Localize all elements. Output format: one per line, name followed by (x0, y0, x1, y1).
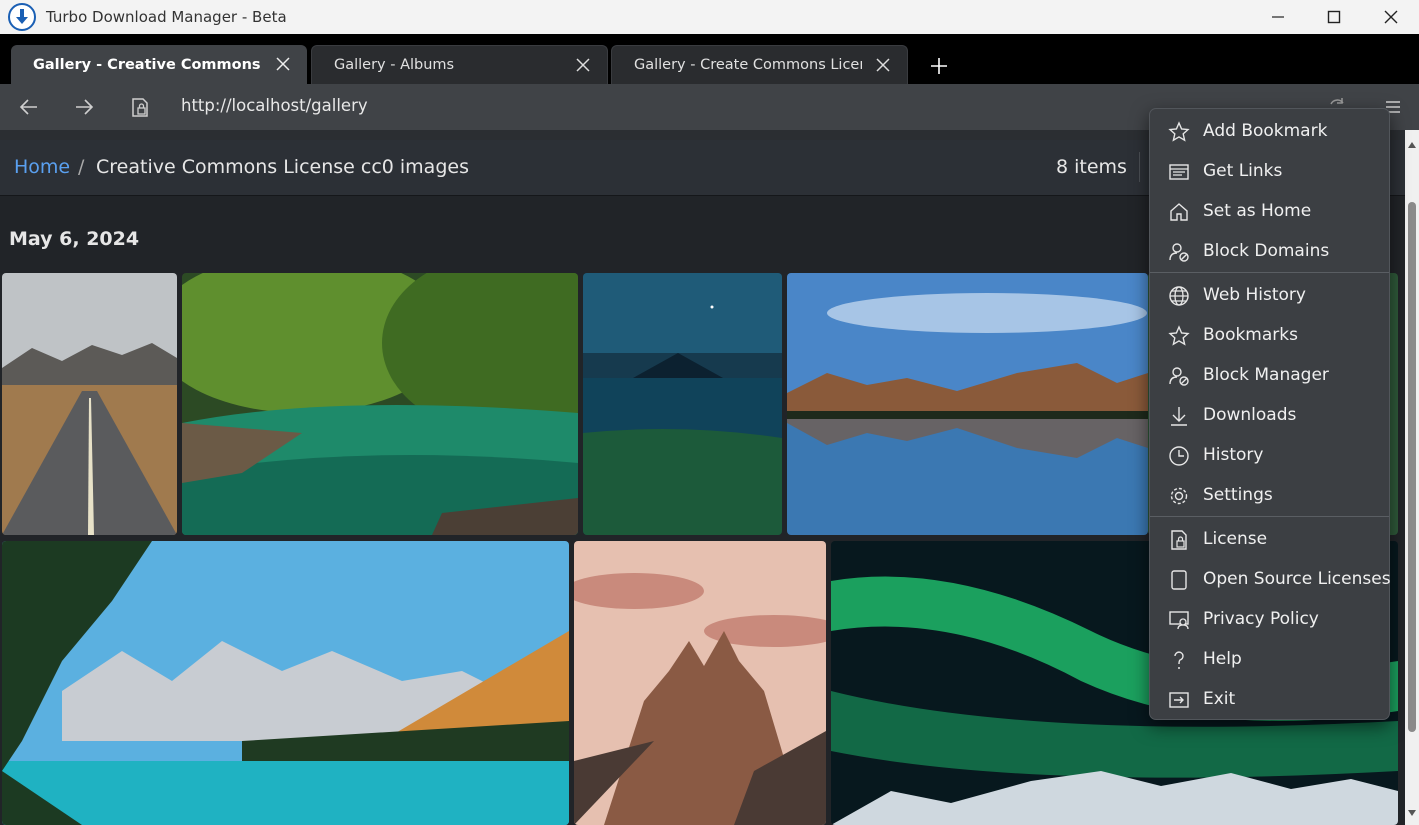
menu-item-exit[interactable]: Exit (1150, 682, 1389, 718)
privacy-icon (1169, 611, 1189, 630)
block-user-icon (1169, 243, 1189, 262)
divider (1139, 152, 1140, 182)
tab-label: Gallery - Albums (334, 57, 455, 73)
menu-item-label: Web History (1203, 285, 1306, 305)
close-icon[interactable] (575, 57, 591, 73)
menu-item-label: Block Domains (1203, 241, 1330, 261)
url-field[interactable]: http://localhost/gallery (181, 96, 368, 115)
close-icon[interactable] (875, 57, 891, 73)
home-icon (1170, 203, 1188, 221)
menu-divider (1150, 272, 1389, 273)
menu-item-downloads[interactable]: Downloads (1150, 398, 1389, 434)
globe-icon (1169, 286, 1189, 306)
photo-road-mountains[interactable] (2, 273, 177, 535)
photo-mountain-lake-reflection[interactable] (787, 273, 1148, 535)
tab-label: Gallery - Create Commons License (634, 57, 862, 73)
gallery-date-heading: May 6, 2024 (9, 228, 140, 250)
download-icon (1171, 407, 1187, 426)
maximize-button[interactable] (1306, 0, 1362, 34)
menu-item-label: Help (1203, 649, 1242, 669)
gear-icon (1170, 487, 1188, 505)
menu-item-settings[interactable]: Settings (1150, 478, 1389, 514)
breadcrumb-current: Creative Commons License cc0 images (96, 156, 469, 178)
links-icon (1169, 164, 1189, 180)
menu-item-label: Bookmarks (1203, 325, 1298, 345)
menu-item-help[interactable]: Help (1150, 642, 1389, 678)
photo-turquoise-mountain-lake[interactable] (2, 541, 569, 825)
menu-item-get-links[interactable]: Get Links (1150, 154, 1389, 190)
photo-forest-river[interactable] (182, 273, 578, 535)
lock-document-icon (1171, 530, 1187, 550)
breadcrumb-home-link[interactable]: Home (14, 156, 70, 178)
menu-item-label: Open Source Licenses (1203, 569, 1391, 589)
menu-divider (1150, 516, 1389, 517)
scroll-up-arrow[interactable] (1408, 142, 1416, 148)
tab-gallery-create-commons[interactable]: Gallery - Create Commons License (611, 45, 908, 84)
menu-item-label: Privacy Policy (1203, 609, 1319, 629)
menu-item-add-bookmark[interactable]: Add Bookmark (1150, 114, 1389, 150)
menu-item-label: Get Links (1203, 161, 1283, 181)
photo-night-volcano-lake[interactable] (583, 273, 782, 535)
menu-item-bookmarks[interactable]: Bookmarks (1150, 318, 1389, 354)
menu-item-open-source-licenses[interactable]: Open Source Licenses (1150, 562, 1391, 598)
menu-item-label: Set as Home (1203, 201, 1312, 221)
close-window-button[interactable] (1363, 0, 1419, 34)
breadcrumb-separator: / (78, 156, 85, 178)
star-icon (1168, 121, 1190, 142)
forward-button[interactable] (73, 96, 95, 118)
window-title: Turbo Download Manager - Beta (46, 8, 287, 26)
menu-item-label: Downloads (1203, 405, 1297, 425)
menu-item-label: Add Bookmark (1203, 121, 1328, 141)
menu-item-license[interactable]: License (1150, 522, 1389, 558)
menu-item-web-history[interactable]: Web History (1150, 278, 1389, 314)
menu-item-label: Settings (1203, 485, 1273, 505)
menu-item-label: Exit (1203, 689, 1236, 709)
menu-item-label: History (1203, 445, 1264, 465)
menu-item-label: Block Manager (1203, 365, 1329, 385)
menu-item-block-manager[interactable]: Block Manager (1150, 358, 1389, 394)
site-lock-icon[interactable] (129, 96, 151, 118)
new-tab-button[interactable] (928, 55, 950, 77)
tab-gallery-albums[interactable]: Gallery - Albums (311, 45, 608, 84)
item-count: 8 items (1056, 156, 1127, 178)
block-user-icon (1169, 367, 1189, 386)
close-icon[interactable] (275, 56, 291, 72)
tab-label: Gallery - Creative Commons Licer (33, 56, 261, 73)
scroll-down-arrow[interactable] (1408, 810, 1416, 816)
page-scrollbar[interactable] (1405, 130, 1419, 825)
menu-item-block-domains[interactable]: Block Domains (1150, 234, 1389, 270)
question-icon (1174, 651, 1184, 669)
document-icon (1171, 570, 1187, 590)
tab-gallery-creative-commons[interactable]: Gallery - Creative Commons Licer (11, 45, 307, 84)
star-icon (1168, 325, 1190, 346)
tab-bar: Gallery - Creative Commons Licer Gallery… (0, 34, 1419, 84)
scrollbar-thumb[interactable] (1408, 202, 1416, 732)
menu-item-history[interactable]: History (1150, 438, 1389, 474)
menu-item-set-as-home[interactable]: Set as Home (1150, 194, 1389, 230)
exit-icon (1169, 692, 1189, 708)
app-logo-icon (8, 3, 36, 31)
menu-item-privacy-policy[interactable]: Privacy Policy (1150, 602, 1389, 638)
menu-item-label: License (1203, 529, 1268, 549)
minimize-button[interactable] (1250, 0, 1306, 34)
title-bar: Turbo Download Manager - Beta (0, 0, 1419, 34)
photo-rocky-peak-sunset[interactable] (574, 541, 826, 825)
clock-icon (1169, 446, 1189, 466)
back-button[interactable] (18, 96, 40, 118)
app-menu-dropdown: Add Bookmark Get Links Set as Home Block… (1149, 108, 1391, 720)
